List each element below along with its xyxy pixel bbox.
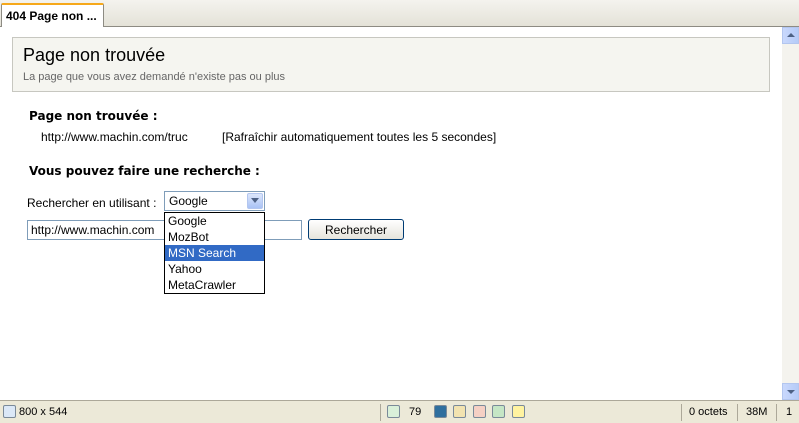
status-bar: 800 x 544 79 0 octets 38M 1	[0, 400, 799, 423]
scroll-down-icon[interactable]	[782, 383, 799, 400]
globe-icon[interactable]	[434, 405, 447, 418]
not-found-url: http://www.machin.com/truc	[41, 130, 188, 144]
vertical-scrollbar[interactable]	[782, 27, 799, 400]
tab-404-page[interactable]: 404 Page non ...	[1, 3, 104, 28]
page-info-icon[interactable]	[3, 405, 16, 418]
script-icon[interactable]	[512, 405, 525, 418]
engine-select-value: Google	[169, 194, 208, 208]
image-icon[interactable]	[473, 405, 486, 418]
tab-strip: 404 Page non ...	[0, 0, 799, 28]
dropdown-option-google[interactable]: Google	[165, 213, 264, 229]
dropdown-option-metacrawler[interactable]: MetaCrawler	[165, 277, 264, 293]
refresh-link[interactable]: [Rafraîchir automatiquement toutes les 5…	[222, 130, 496, 144]
recycle-icon[interactable]	[387, 405, 400, 418]
page-viewport: Page non trouvée La page que vous avez d…	[0, 27, 782, 400]
not-found-heading: Page non trouvée :	[29, 109, 158, 123]
search-heading: Vous pouvez faire une recherche :	[29, 164, 260, 178]
status-extra: 1	[786, 406, 793, 418]
dropdown-option-yahoo[interactable]: Yahoo	[165, 261, 264, 277]
search-button[interactable]: Rechercher	[308, 219, 404, 240]
status-dimensions: 800 x 544	[19, 406, 68, 418]
page-header: Page non trouvée La page que vous avez d…	[12, 37, 770, 92]
engine-label: Rechercher en utilisant :	[27, 196, 157, 210]
status-separator	[776, 404, 777, 421]
status-separator	[380, 404, 381, 421]
status-count: 79	[409, 406, 422, 418]
status-memory: 38M	[746, 406, 768, 418]
tab-title: 404 Page non ...	[6, 9, 97, 23]
status-bytes: 0 octets	[689, 406, 728, 418]
page-title: Page non trouvée	[23, 45, 166, 65]
edit-icon[interactable]	[453, 405, 466, 418]
status-separator	[681, 404, 682, 421]
engine-dropdown-list: Google MozBot MSN Search Yahoo MetaCrawl…	[164, 212, 265, 294]
dropdown-option-mozbot[interactable]: MozBot	[165, 229, 264, 245]
chevron-down-icon[interactable]	[247, 193, 263, 209]
scroll-up-icon[interactable]	[782, 27, 799, 44]
refresh-icon[interactable]	[492, 405, 505, 418]
engine-select[interactable]: Google	[164, 191, 265, 211]
dropdown-option-msn-search[interactable]: MSN Search	[165, 245, 264, 261]
page-subtitle: La page que vous avez demandé n'existe p…	[23, 71, 286, 83]
status-separator	[737, 404, 738, 421]
